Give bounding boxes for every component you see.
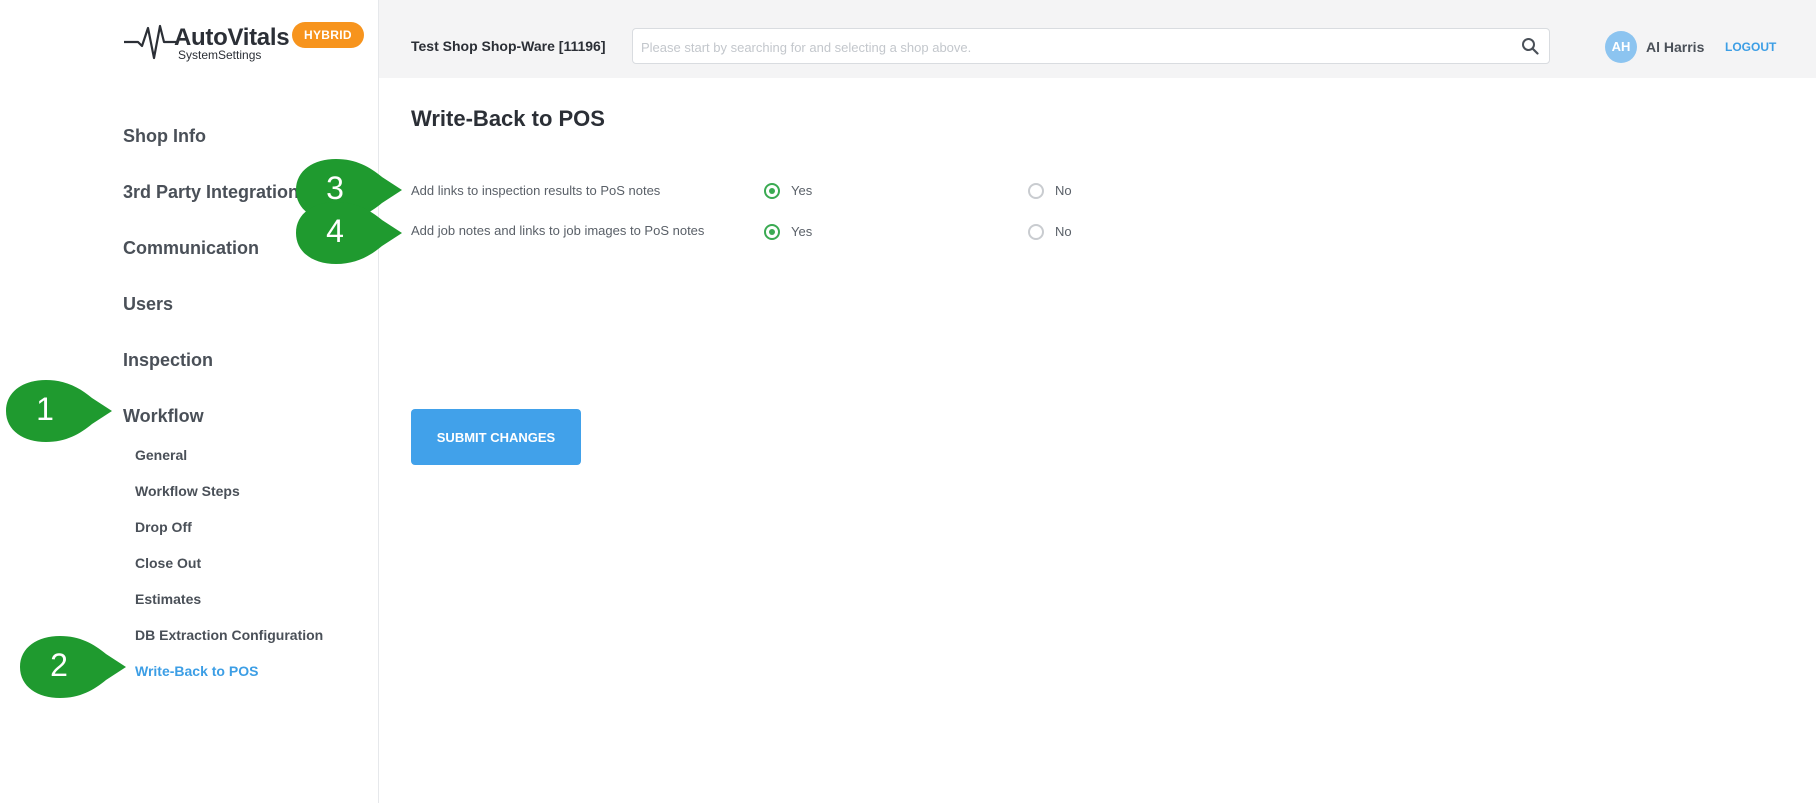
autovitals-logo[interactable]: AutoVitals SystemSettings HYBRID xyxy=(124,18,364,66)
page-title: Write-Back to POS xyxy=(411,106,605,131)
shop-search[interactable] xyxy=(632,28,1550,65)
sidebar-subitem-general[interactable]: General xyxy=(135,447,187,463)
sidebar-subitem-db-extraction-configuration[interactable]: DB Extraction Configuration xyxy=(135,627,323,643)
radio-yes-label: Yes xyxy=(791,224,813,239)
sidebar-item-3rd-party-integration[interactable]: 3rd Party Integration xyxy=(123,182,299,203)
submit-changes-button[interactable]: SUBMIT CHANGES xyxy=(411,409,581,465)
search-icon[interactable] xyxy=(1521,37,1539,55)
sidebar-item-users[interactable]: Users xyxy=(123,294,173,315)
callout-1: 1 xyxy=(0,378,114,444)
callout-number: 2 xyxy=(50,647,68,683)
radio-no[interactable] xyxy=(1028,183,1044,199)
sidebar-subitem-estimates[interactable]: Estimates xyxy=(135,591,201,607)
sidebar-item-shop-info[interactable]: Shop Info xyxy=(123,126,206,147)
radio-no-label: No xyxy=(1055,183,1072,198)
radio-yes-label: Yes xyxy=(791,183,813,198)
brand-subtitle: SystemSettings xyxy=(178,48,262,62)
sidebar-item-inspection[interactable]: Inspection xyxy=(123,350,213,371)
callout-number: 1 xyxy=(36,391,54,427)
shop-search-input[interactable] xyxy=(639,29,1503,65)
current-shop-name: Test Shop Shop-Ware [11196] xyxy=(411,38,606,54)
user-avatar[interactable]: AH xyxy=(1605,31,1637,63)
radio-no[interactable] xyxy=(1028,224,1044,240)
sidebar-subitem-write-back-to-pos[interactable]: Write-Back to POS xyxy=(135,663,258,679)
callout-2: 2 xyxy=(14,634,128,700)
pulse-logo-icon xyxy=(124,24,176,60)
callout-4: 4 xyxy=(290,200,404,266)
radio-yes[interactable] xyxy=(764,183,780,199)
radio-yes[interactable] xyxy=(764,224,780,240)
setting-label: Add job notes and links to job images to… xyxy=(411,223,705,238)
sidebar-item-workflow[interactable]: Workflow xyxy=(123,406,204,427)
user-name: Al Harris xyxy=(1646,39,1705,55)
callout-number: 4 xyxy=(326,213,344,249)
logout-link[interactable]: LOGOUT xyxy=(1725,40,1776,54)
hybrid-badge: HYBRID xyxy=(292,22,364,48)
sidebar-subitem-drop-off[interactable]: Drop Off xyxy=(135,519,192,535)
radio-no-label: No xyxy=(1055,224,1072,239)
sidebar-subitem-workflow-steps[interactable]: Workflow Steps xyxy=(135,483,240,499)
setting-label: Add links to inspection results to PoS n… xyxy=(411,183,661,198)
sidebar-subitem-close-out[interactable]: Close Out xyxy=(135,555,201,571)
sidebar-item-communication[interactable]: Communication xyxy=(123,238,259,259)
top-header: Test Shop Shop-Ware [11196] AH Al Harris… xyxy=(379,0,1816,78)
